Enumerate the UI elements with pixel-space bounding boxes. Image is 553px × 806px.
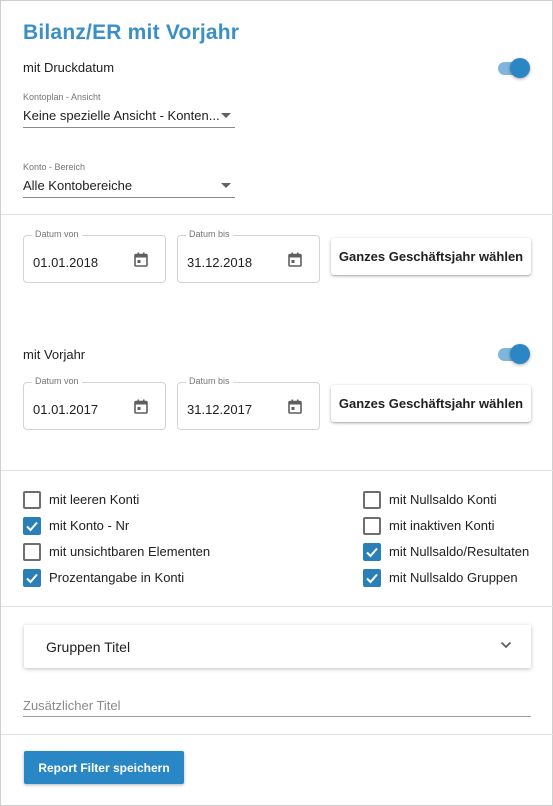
save-report-filter-button[interactable]: Report Filter speichern — [24, 751, 184, 784]
section-divider — [1, 734, 553, 735]
toggle-thumb — [510, 344, 530, 364]
account-range-select[interactable]: Alle Kontobereiche — [23, 175, 235, 199]
checkbox-option[interactable]: mit Konto - Nr — [23, 516, 223, 536]
additional-title-placeholder: Zusätzlicher Titel — [23, 698, 121, 713]
current-date-from-field[interactable]: Datum von 01.01.2018 — [23, 229, 166, 283]
dropdown-arrow-icon — [221, 113, 231, 118]
input-underline — [23, 716, 531, 717]
checkbox-unchecked[interactable] — [23, 543, 41, 561]
checkbox-label: mit unsichtbaren Elementen — [49, 544, 211, 559]
calendar-icon[interactable] — [134, 252, 148, 267]
previous-date-to-field[interactable]: Datum bis 31.12.2017 — [177, 376, 320, 430]
date-to-label: Datum bis — [186, 229, 233, 239]
section-divider — [1, 214, 553, 215]
checkbox-unchecked[interactable] — [363, 517, 381, 535]
checkbox-option[interactable]: mit Nullsaldo/Resultaten — [363, 542, 553, 562]
select-underline — [23, 197, 235, 198]
checkbox-unchecked[interactable] — [363, 491, 381, 509]
previous-year-label: mit Vorjahr — [23, 347, 86, 362]
checkbox-label: mit Nullsaldo/Resultaten — [389, 544, 530, 559]
calendar-icon[interactable] — [288, 252, 302, 267]
checkbox-checked[interactable] — [23, 517, 41, 535]
calendar-icon[interactable] — [288, 399, 302, 414]
group-titles-expander[interactable]: Gruppen Titel — [24, 625, 531, 668]
checkbox-label: mit Nullsaldo Konti — [389, 492, 497, 507]
date-to-label: Datum bis — [186, 376, 233, 386]
checkbox-checked[interactable] — [23, 569, 41, 587]
checkbox-label: mit inaktiven Konti — [389, 518, 495, 533]
checkbox-option[interactable]: mit inaktiven Konti — [363, 516, 553, 536]
chart-of-accounts-value: Keine spezielle Ansicht - Konten... — [23, 108, 220, 123]
checkbox-checked[interactable] — [363, 569, 381, 587]
chart-of-accounts-label: Kontoplan - Ansicht — [23, 92, 101, 102]
select-underline — [23, 127, 235, 128]
section-divider — [1, 606, 553, 607]
previous-fiscal-year-button[interactable]: Ganzes Geschäftsjahr wählen — [331, 385, 531, 422]
checkbox-checked[interactable] — [363, 543, 381, 561]
checkbox-option[interactable]: mit unsichtbaren Elementen — [23, 542, 223, 562]
date-to-value: 31.12.2017 — [187, 402, 253, 417]
current-date-to-field[interactable]: Datum bis 31.12.2018 — [177, 229, 320, 283]
print-date-toggle[interactable] — [497, 58, 531, 78]
checkbox-option[interactable]: mit leeren Konti — [23, 490, 223, 510]
toggle-thumb — [510, 58, 530, 78]
date-from-value: 01.01.2017 — [33, 402, 99, 417]
checkmark-icon — [366, 573, 378, 584]
date-to-value: 31.12.2018 — [187, 255, 253, 270]
chevron-down-icon — [500, 641, 512, 649]
chart-of-accounts-select[interactable]: Keine spezielle Ansicht - Konten... — [23, 105, 235, 129]
calendar-icon[interactable] — [134, 399, 148, 414]
date-from-value: 01.01.2018 — [33, 255, 99, 270]
additional-title-input[interactable]: Zusätzlicher Titel — [23, 695, 531, 719]
date-from-label: Datum von — [32, 376, 82, 386]
dropdown-arrow-icon — [221, 183, 231, 188]
checkbox-option[interactable]: Prozentangabe in Konti — [23, 568, 223, 588]
date-from-label: Datum von — [32, 229, 82, 239]
account-range-label: Konto - Bereich — [23, 162, 86, 172]
report-filter-panel: Bilanz/ER mit Vorjahr mit Druckdatum Kon… — [0, 0, 553, 806]
previous-year-toggle[interactable] — [497, 344, 531, 364]
print-date-label: mit Druckdatum — [23, 60, 115, 75]
checkbox-label: Prozentangabe in Konti — [49, 570, 185, 585]
section-divider — [1, 470, 553, 471]
checkbox-label: mit Nullsaldo Gruppen — [389, 570, 518, 585]
group-titles-label: Gruppen Titel — [46, 639, 131, 655]
checkmark-icon — [26, 521, 38, 532]
checkbox-unchecked[interactable] — [23, 491, 41, 509]
account-range-value: Alle Kontobereiche — [23, 178, 133, 193]
checkbox-option[interactable]: mit Nullsaldo Gruppen — [363, 568, 553, 588]
checkmark-icon — [366, 547, 378, 558]
checkbox-option[interactable]: mit Nullsaldo Konti — [363, 490, 553, 510]
page-title: Bilanz/ER mit Vorjahr — [23, 21, 240, 44]
previous-date-from-field[interactable]: Datum von 01.01.2017 — [23, 376, 166, 430]
checkmark-icon — [26, 573, 38, 584]
checkbox-label: mit Konto - Nr — [49, 518, 130, 533]
current-fiscal-year-button[interactable]: Ganzes Geschäftsjahr wählen — [331, 238, 531, 275]
checkbox-label: mit leeren Konti — [49, 492, 140, 507]
